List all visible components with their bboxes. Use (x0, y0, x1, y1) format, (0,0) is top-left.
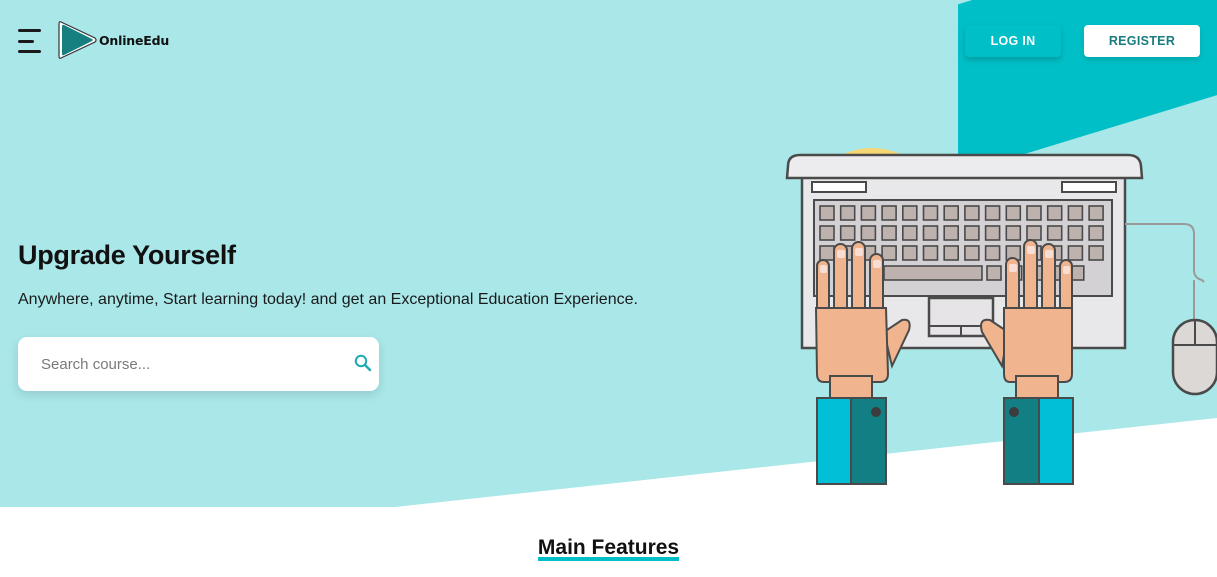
keyboard-key (881, 205, 897, 221)
keyboard-key (839, 205, 856, 221)
keyboard-key (984, 225, 1001, 241)
keyboard-key (860, 205, 877, 221)
search-bar (18, 337, 379, 391)
login-button[interactable]: LOG IN (965, 25, 1061, 57)
search-input[interactable] (41, 355, 341, 373)
keyboard-key (1067, 205, 1084, 221)
keyboard-key (943, 205, 959, 221)
hero-subtitle: Anywhere, anytime, Start learning today!… (18, 291, 638, 308)
laptop-typing-illustration (785, 148, 1217, 485)
search-icon[interactable] (353, 353, 373, 373)
keyboard-key (881, 225, 897, 241)
keyboard-key (1026, 205, 1042, 221)
keyboard-key (984, 245, 1001, 261)
keyboard-key (881, 245, 897, 261)
brand-name: OnlineEdu (99, 32, 170, 48)
keyboard-key (964, 245, 980, 261)
logo-play-icon (58, 21, 97, 59)
hero-title-text: Upgrade Yourself (18, 240, 236, 270)
keyboard-key (922, 245, 939, 261)
keyboard-key (964, 225, 980, 241)
keyboard-key (1026, 225, 1042, 241)
keyboard-key (902, 205, 918, 221)
heading-underline (537, 557, 680, 561)
keyboard-key (819, 225, 835, 241)
keyboard-key (1067, 245, 1084, 261)
keyboard-key (1088, 225, 1104, 241)
main-features-heading: Main Features (0, 533, 1217, 561)
keyboard-key (902, 245, 918, 261)
keyboard-key (986, 265, 1002, 281)
keyboard-key (860, 225, 877, 241)
keyboard-key (1005, 205, 1022, 221)
keyboard-key (943, 245, 959, 261)
keyboard-key (819, 245, 835, 261)
keyboard-key (984, 205, 1001, 221)
menu-icon[interactable] (18, 29, 41, 53)
brand-logo[interactable]: OnlineEdu (56, 19, 169, 61)
hero-title: Upgrade Yourself (18, 240, 236, 271)
keyboard-key (964, 205, 980, 221)
page: OnlineEdu LOG IN REGISTER Upgrade Yourse… (0, 0, 1217, 577)
keyboard-key (839, 225, 856, 241)
keyboard-spacebar (883, 265, 983, 281)
register-button[interactable]: REGISTER (1084, 25, 1200, 57)
keyboard-key (1088, 245, 1104, 261)
keyboard-key (1067, 225, 1084, 241)
keyboard-key (1046, 225, 1063, 241)
keyboard-key (819, 205, 835, 221)
keyboard-key (1088, 205, 1104, 221)
keyboard-key (922, 225, 939, 241)
keyboard-key (1046, 205, 1063, 221)
keyboard-key (922, 205, 939, 221)
keyboard-key (902, 225, 918, 241)
keyboard-key (943, 225, 959, 241)
keyboard-key (1005, 225, 1022, 241)
